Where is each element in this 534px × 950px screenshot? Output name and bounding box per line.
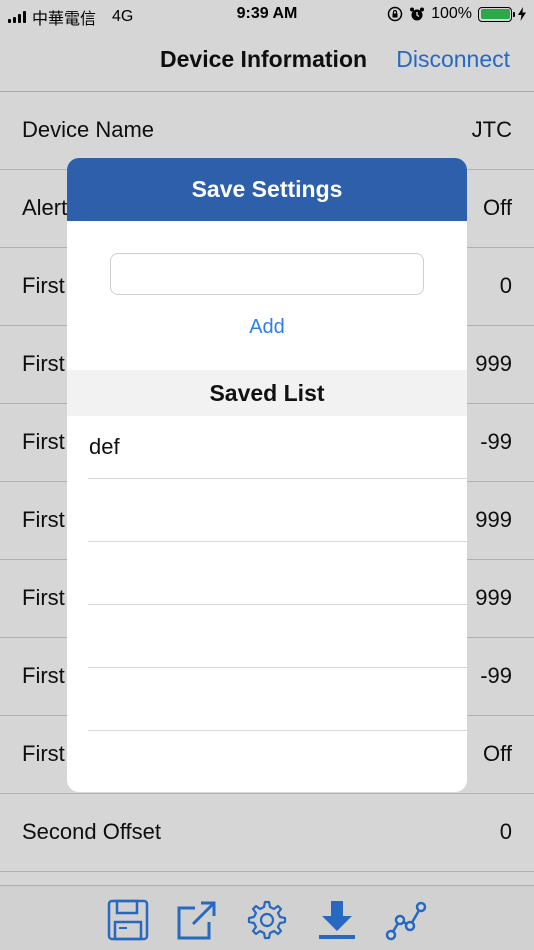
add-button[interactable]: Add (67, 316, 467, 339)
modal-title: Save Settings (67, 158, 467, 221)
save-settings-modal: Save Settings Add Saved List def (67, 158, 467, 792)
list-item[interactable]: def (67, 416, 467, 479)
saved-list-title: Saved List (67, 370, 467, 416)
saved-list: def (67, 416, 467, 731)
settings-name-input[interactable] (110, 253, 424, 295)
list-item[interactable] (67, 668, 467, 731)
list-item[interactable] (67, 542, 467, 605)
list-item[interactable] (67, 479, 467, 542)
list-item[interactable] (67, 605, 467, 668)
list-item-label: def (89, 434, 120, 459)
